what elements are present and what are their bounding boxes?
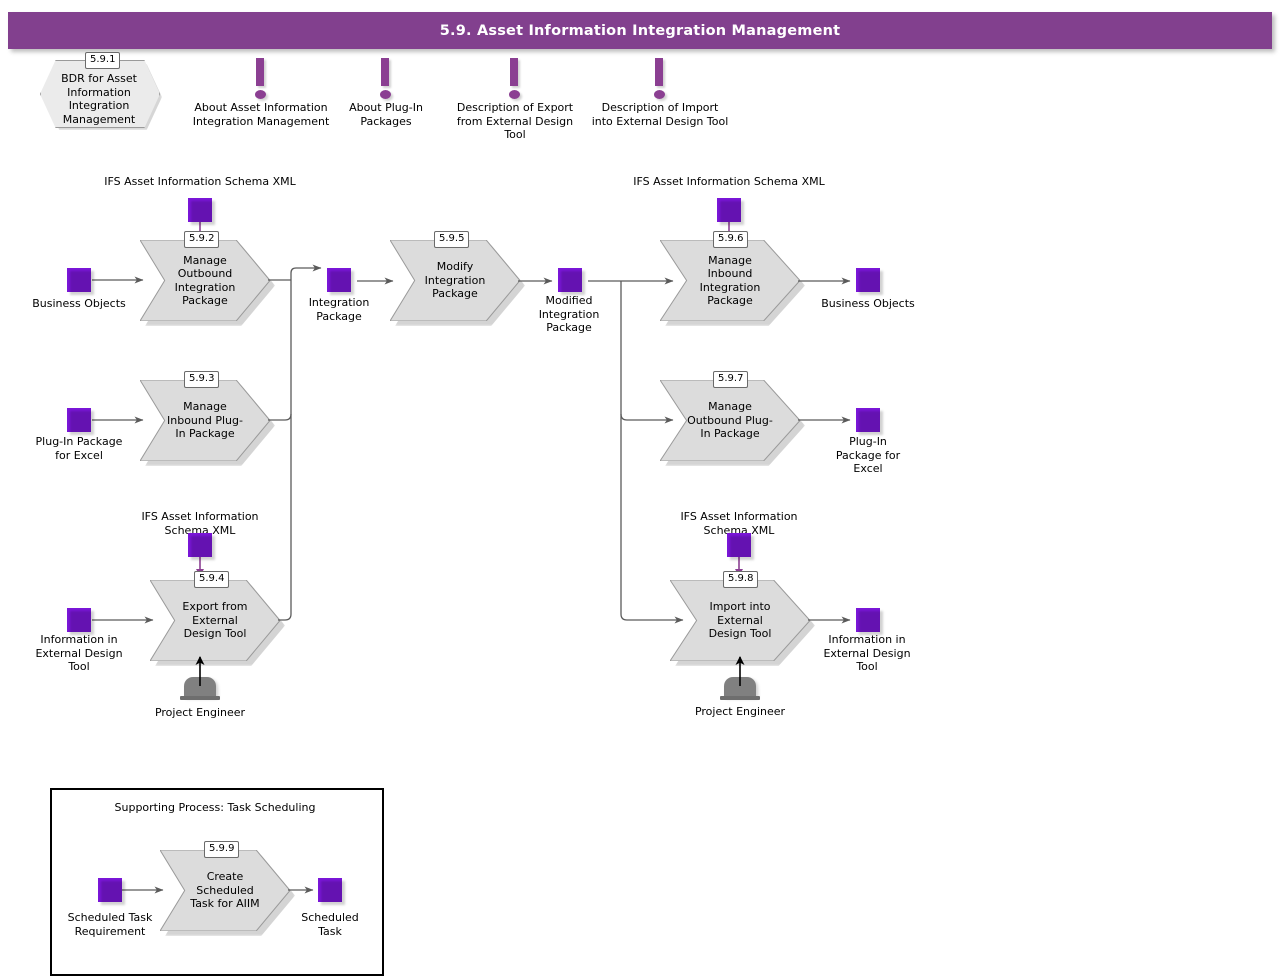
bdr-label: BDR for Asset Information Integration Ma… [61, 72, 137, 126]
data-node-scheduled-task-requirement[interactable] [98, 878, 122, 902]
process-5-9-9[interactable]: Create Scheduled Task for AIIM [160, 850, 295, 936]
group-label-schema-top-left: IFS Asset Information Schema XML [104, 175, 296, 188]
process-5-9-2[interactable]: Manage Outbound Integration Package [140, 240, 275, 326]
process-id-badge-5-9-3: 5.9.3 [184, 371, 220, 388]
process-5-9-7[interactable]: Manage Outbound Plug-In Package [660, 380, 805, 466]
group-label-schema-top-right: IFS Asset Information Schema XML [633, 175, 825, 188]
process-5-9-5[interactable]: Modify Integration Package [390, 240, 525, 326]
data-node-information-external-out[interactable] [856, 608, 880, 632]
data-node-label-plugin-package-excel-out: Plug-In Package for Excel [835, 435, 901, 475]
process-id-badge-5-9-4: 5.9.4 [194, 571, 230, 588]
exclamation-dot-icon [254, 90, 266, 99]
process-5-9-4[interactable]: Export from External Design Tool [150, 580, 285, 666]
process-label-5-9-6: Manage Inbound Integration Package [699, 253, 761, 308]
actor-project-engineer-right[interactable] [720, 673, 760, 703]
process-id-badge-5-9-9: 5.9.9 [204, 841, 240, 858]
data-node-label-business-objects-in: Business Objects [32, 297, 126, 310]
data-node-business-objects-in[interactable] [67, 268, 91, 292]
exclamation-bar-icon [655, 58, 663, 86]
process-id-badge-5-9-8: 5.9.8 [723, 571, 759, 588]
exclamation-bar-icon [381, 58, 389, 86]
info-marker-icon-description-import[interactable] [652, 58, 668, 102]
data-node-plugin-package-excel-in[interactable] [67, 408, 91, 432]
data-node-label-information-external-in: Information in External Design Tool [35, 633, 123, 673]
process-id-badge-5-9-7: 5.9.7 [713, 371, 749, 388]
data-node-business-objects-out[interactable] [856, 268, 880, 292]
page-title: 5.9. Asset Information Integration Manag… [439, 22, 841, 39]
exclamation-dot-icon [379, 90, 391, 99]
process-id-badge-5-9-5: 5.9.5 [434, 231, 470, 248]
process-5-9-8[interactable]: Import into External Design Tool [670, 580, 815, 666]
actor-base-icon [180, 696, 220, 700]
data-node-integration-package[interactable] [327, 268, 351, 292]
process-5-9-3[interactable]: Manage Inbound Plug-In Package [140, 380, 275, 466]
actor-project-engineer-left[interactable] [180, 673, 220, 703]
actor-dome-icon [724, 677, 756, 697]
schema-node-top-left[interactable] [188, 198, 212, 222]
actor-dome-icon [184, 677, 216, 697]
info-marker-label-description-export: Description of Export from External Desi… [456, 101, 574, 141]
info-marker-icon-about-aiim[interactable] [253, 58, 269, 102]
schema-node-bottom-left[interactable] [188, 533, 212, 557]
actor-label-project-engineer-left: Project Engineer [154, 706, 246, 719]
info-marker-label-description-import: Description of Import into External Desi… [591, 101, 729, 128]
actor-label-project-engineer-right: Project Engineer [694, 705, 786, 718]
data-node-scheduled-task[interactable] [318, 878, 342, 902]
process-label-5-9-7: Manage Outbound Plug-In Package [687, 400, 773, 441]
process-label-5-9-8: Import into External Design Tool [708, 600, 772, 641]
process-label-5-9-9: Create Scheduled Task for AIIM [190, 870, 260, 911]
data-node-modified-integration-package[interactable] [558, 268, 582, 292]
info-marker-icon-description-export[interactable] [507, 58, 523, 102]
data-node-information-external-in[interactable] [67, 608, 91, 632]
page-title-bar: 5.9. Asset Information Integration Manag… [8, 12, 1272, 49]
info-marker-label-about-aiim: About Asset Information Integration Mana… [192, 101, 330, 128]
data-node-label-modified-integration-package: Modified Integration Package [538, 294, 600, 334]
process-label-5-9-5: Modify Integration Package [424, 260, 486, 301]
supporting-process-title: Supporting Process: Task Scheduling [114, 801, 316, 814]
actor-base-icon [720, 696, 760, 700]
info-marker-label-about-plugin-packages: About Plug-In Packages [349, 101, 423, 128]
exclamation-bar-icon [510, 58, 518, 86]
data-node-label-integration-package: Integration Package [308, 296, 370, 323]
diagram-canvas: 5.9. Asset Information Integration Manag… [0, 0, 1280, 980]
info-marker-icon-about-plugin-packages[interactable] [378, 58, 394, 102]
bdr-id-badge: 5.9.1 [85, 52, 121, 69]
schema-node-bottom-right[interactable] [727, 533, 751, 557]
exclamation-bar-icon [256, 58, 264, 86]
process-label-5-9-4: Export from External Design Tool [182, 600, 248, 641]
exclamation-dot-icon [653, 90, 665, 99]
process-id-badge-5-9-6: 5.9.6 [713, 231, 749, 248]
process-label-5-9-2: Manage Outbound Integration Package [174, 253, 236, 308]
data-node-label-plugin-package-excel-in: Plug-In Package for Excel [35, 435, 123, 462]
process-id-badge-5-9-2: 5.9.2 [184, 231, 220, 248]
schema-node-top-right[interactable] [717, 198, 741, 222]
process-5-9-6[interactable]: Manage Inbound Integration Package [660, 240, 805, 326]
data-node-label-business-objects-out: Business Objects [821, 297, 915, 310]
data-node-label-scheduled-task: Scheduled Task [301, 911, 359, 938]
data-node-plugin-package-excel-out[interactable] [856, 408, 880, 432]
data-node-label-information-external-out: Information in External Design Tool [823, 633, 911, 673]
exclamation-dot-icon [508, 90, 520, 99]
data-node-label-scheduled-task-requirement: Scheduled Task Requirement [67, 911, 153, 938]
process-label-5-9-3: Manage Inbound Plug-In Package [167, 400, 243, 441]
